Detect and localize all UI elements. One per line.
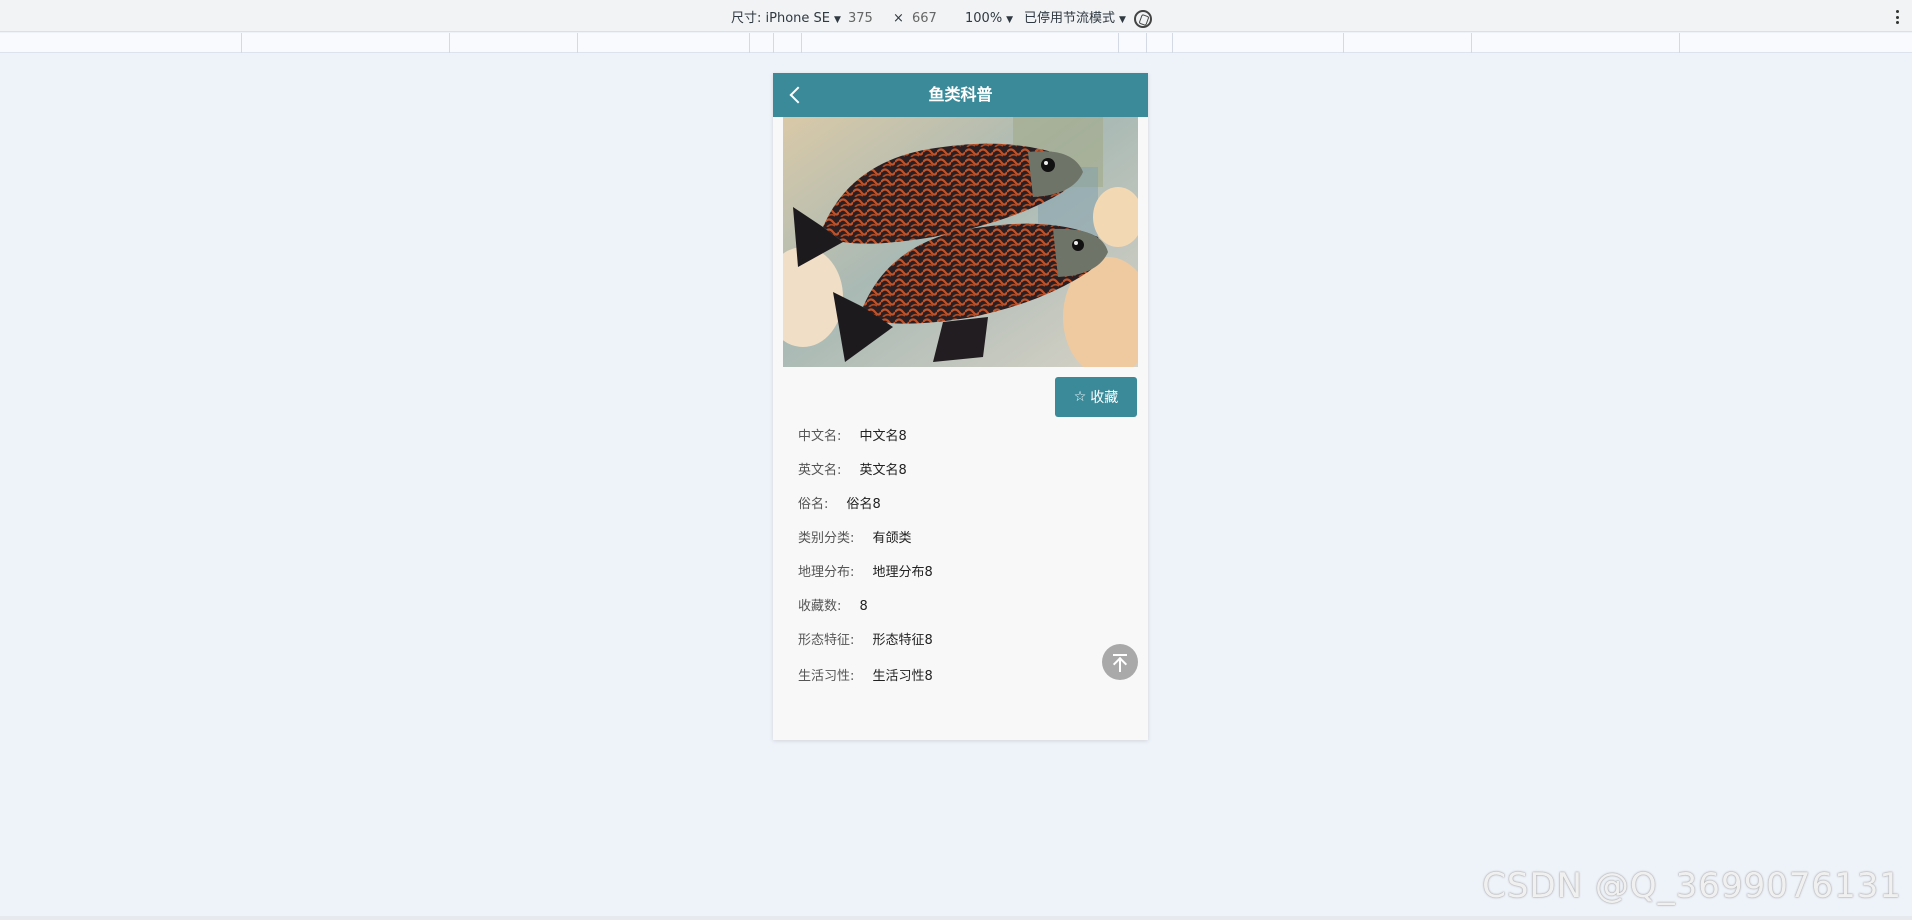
devtools-device-toolbar: 尺寸: iPhone SE ▼ 375 × 667 100% ▼ 已停用节流模式 ▼ [0, 0, 1912, 32]
page-title: 鱼类科普 [928, 85, 993, 104]
chevron-down-icon: ▼ [1119, 15, 1126, 25]
times-sign: × [893, 11, 904, 26]
field-label: 英文名: [798, 463, 842, 478]
field-value: 8 [859, 599, 868, 614]
field-value: 俗名8 [846, 497, 881, 512]
field-value: 中文名8 [859, 429, 907, 444]
field-value: 生活习性8 [872, 669, 933, 684]
device-size-label: 尺寸: iPhone SE [731, 11, 830, 26]
field-value: 形态特征8 [872, 633, 933, 648]
info-row-morphology: 形态特征: 形态特征8 [798, 629, 933, 648]
device-select[interactable]: 尺寸: iPhone SE ▼ [731, 0, 841, 32]
field-label: 类别分类: [798, 531, 855, 546]
info-row-category: 类别分类: 有颌类 [798, 527, 912, 546]
bottom-edge [0, 916, 1912, 920]
collect-label: 收藏 [1090, 390, 1119, 406]
watermark: CSDN @Q_3699076131 [1482, 866, 1902, 906]
collect-button[interactable]: ☆ 收藏 [1055, 377, 1137, 417]
fish-image [783, 117, 1138, 367]
more-options-icon[interactable] [1896, 10, 1900, 24]
info-row-english-name: 英文名: 英文名8 [798, 459, 907, 478]
throttle-select[interactable]: 已停用节流模式 ▼ [1024, 0, 1126, 32]
info-row-collect-count: 收藏数: 8 [798, 595, 868, 614]
height-input[interactable]: 667 [912, 0, 937, 32]
zoom-label: 100% [965, 11, 1003, 26]
media-query-ruler [0, 33, 1912, 53]
field-label: 收藏数: [798, 599, 842, 614]
field-label: 中文名: [798, 429, 842, 444]
field-value: 有颌类 [872, 531, 912, 546]
phone-viewport: 鱼类科普 ☆ 收藏 中文名: 中文名8 英文名: 英文名8 俗名: 俗名8 类别… [773, 73, 1148, 740]
field-label: 俗名: [798, 497, 829, 512]
width-input[interactable]: 375 [848, 0, 873, 32]
star-icon: ☆ [1073, 389, 1087, 405]
nav-bar: 鱼类科普 [773, 73, 1148, 117]
field-label: 形态特征: [798, 633, 855, 648]
info-row-distribution: 地理分布: 地理分布8 [798, 561, 933, 580]
field-value: 英文名8 [859, 463, 907, 478]
rotate-icon[interactable] [1134, 10, 1152, 28]
field-label: 地理分布: [798, 565, 855, 580]
info-row-common-name: 俗名: 俗名8 [798, 493, 881, 512]
field-value: 地理分布8 [872, 565, 933, 580]
field-label: 生活习性: [798, 669, 855, 684]
chevron-down-icon: ▼ [1006, 15, 1014, 25]
info-row-chinese-name: 中文名: 中文名8 [798, 425, 907, 444]
throttle-label: 已停用节流模式 [1024, 11, 1116, 26]
chevron-down-icon: ▼ [834, 15, 841, 25]
info-row-habits: 生活习性: 生活习性8 [798, 665, 933, 684]
back-to-top-icon[interactable] [1102, 644, 1138, 680]
zoom-select[interactable]: 100% ▼ [965, 0, 1013, 32]
